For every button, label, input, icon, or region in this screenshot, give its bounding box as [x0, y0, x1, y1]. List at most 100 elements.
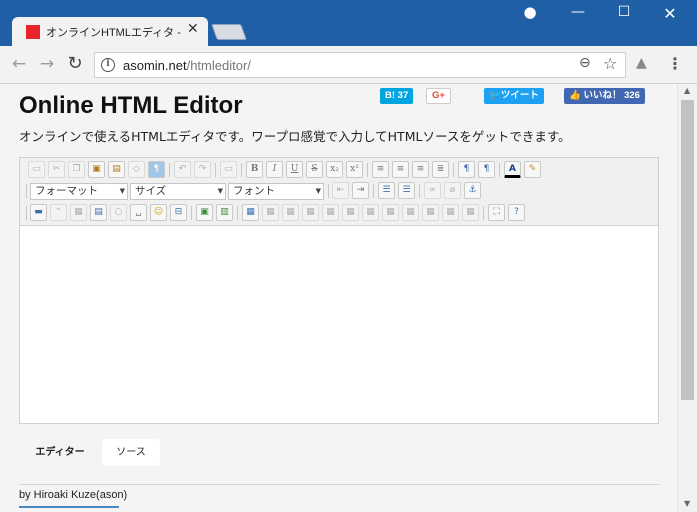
smiley-icon[interactable]: ☺ [150, 204, 167, 221]
div-container-icon[interactable]: ▦ [70, 204, 87, 221]
outdent-icon[interactable]: ⇤ [332, 182, 349, 199]
split-cells-icon[interactable]: ▦ [442, 204, 459, 221]
tweet-label: ツイート [500, 90, 539, 101]
more-menu-icon[interactable]: ⋮ [667, 54, 683, 73]
ltr-icon[interactable]: ¶ [458, 161, 475, 178]
minimize-button[interactable]: — [563, 4, 593, 20]
address-bar[interactable]: i asomin.net/htmleditor/ ⊖ ☆ [94, 52, 626, 78]
strikethrough-icon[interactable]: S [306, 161, 323, 178]
forward-arrow-icon[interactable]: → [36, 53, 58, 75]
text-color-icon[interactable]: A [504, 161, 521, 178]
insert-row-before-icon[interactable]: ▦ [302, 204, 319, 221]
separator [419, 184, 420, 198]
new-tab-button[interactable] [211, 24, 247, 40]
reload-icon[interactable]: ↻ [64, 53, 86, 75]
profile-icon[interactable]: ● [515, 3, 545, 21]
space-icon[interactable]: ␣ [130, 204, 147, 221]
drive-extension-icon[interactable]: ▲ [636, 55, 647, 71]
unlink-icon[interactable]: ⌀ [444, 182, 461, 199]
browser-tab[interactable]: オンラインHTMLエディタ - O ✕ [12, 17, 208, 46]
help-icon[interactable]: ? [508, 204, 525, 221]
window-titlebar: オンラインHTMLエディタ - O ✕ ● — ☐ ✕ [0, 0, 697, 46]
back-arrow-icon[interactable]: ← [8, 53, 30, 75]
undo-icon[interactable]: ↶ [174, 161, 191, 178]
scroll-down-arrow-icon[interactable]: ▼ [684, 499, 690, 508]
delete-table-icon[interactable]: ▦ [462, 204, 479, 221]
scroll-up-arrow-icon[interactable]: ▲ [684, 86, 690, 95]
subscript-icon[interactable]: x₂ [326, 161, 343, 178]
editor-content-area[interactable] [20, 226, 658, 423]
delete-col-icon[interactable]: ▦ [402, 204, 419, 221]
google-plus-button[interactable]: G+ [426, 88, 451, 104]
cell-props-icon[interactable]: ▦ [282, 204, 299, 221]
tab-editor[interactable]: エディター [22, 439, 98, 466]
find-replace-icon[interactable]: ▤ [90, 204, 107, 221]
font-select[interactable]: フォント ▼ [228, 183, 324, 200]
delete-row-icon[interactable]: ▦ [342, 204, 359, 221]
close-window-button[interactable]: ✕ [655, 4, 685, 23]
align-left-icon[interactable]: ≡ [372, 161, 389, 178]
background-color-icon[interactable]: ✎ [524, 161, 541, 178]
page-scrollbar[interactable]: ▲ ▼ [677, 84, 697, 512]
separator [215, 163, 216, 177]
separator [237, 206, 238, 220]
scrollbar-thumb[interactable] [681, 100, 694, 400]
page-break-icon[interactable]: ⊟ [170, 204, 187, 221]
paste-text-icon[interactable]: ▤ [108, 161, 125, 178]
format-select-label: フォーマット [35, 185, 98, 197]
blockquote-icon[interactable]: “ [50, 204, 67, 221]
source-code-icon[interactable]: ▬ [30, 204, 47, 221]
copy-icon[interactable]: ❐ [68, 161, 85, 178]
insert-row-after-icon[interactable]: ▦ [322, 204, 339, 221]
maximize-editor-icon[interactable]: ⛶ [488, 204, 505, 221]
tweet-button[interactable]: 🐦ツイート [484, 88, 544, 104]
paste-icon[interactable]: ▣ [88, 161, 105, 178]
separator [373, 184, 374, 198]
cut-icon[interactable]: ✂ [48, 161, 65, 178]
new-doc-icon[interactable]: ▭ [28, 161, 45, 178]
show-blocks-icon[interactable]: ¶ [148, 161, 165, 178]
separator [26, 184, 27, 198]
video-icon[interactable]: ▥ [216, 204, 233, 221]
numbered-list-icon[interactable]: ☰ [378, 182, 395, 199]
link-icon[interactable]: ∞ [424, 182, 441, 199]
template-icon[interactable]: ▭ [220, 161, 237, 178]
format-select[interactable]: フォーマット ▼ [30, 183, 128, 200]
close-tab-icon[interactable]: ✕ [187, 21, 199, 37]
site-info-icon[interactable]: i [101, 58, 115, 72]
bookmark-star-icon[interactable]: ☆ [603, 54, 617, 73]
merge-cells-icon[interactable]: ▦ [422, 204, 439, 221]
indent-icon[interactable]: ⇥ [352, 182, 369, 199]
chevron-down-icon: ▼ [217, 187, 223, 195]
separator [26, 206, 27, 220]
rtl-icon[interactable]: ¶ [478, 161, 495, 178]
remove-format-icon[interactable]: ◇ [128, 161, 145, 178]
table-icon[interactable]: ▦ [242, 204, 259, 221]
hatena-bookmark-button[interactable]: B! 37 [380, 88, 414, 104]
url-text[interactable]: asomin.net/htmleditor/ [123, 58, 251, 73]
insert-col-after-icon[interactable]: ▦ [382, 204, 399, 221]
align-right-icon[interactable]: ≡ [412, 161, 429, 178]
underline-icon[interactable]: U [286, 161, 303, 178]
bold-icon[interactable]: B [246, 161, 263, 178]
size-select[interactable]: サイズ ▼ [130, 183, 226, 200]
maximize-button[interactable]: ☐ [609, 4, 639, 20]
tab-source[interactable]: ソース [102, 439, 160, 466]
flash-icon[interactable]: ○ [110, 204, 127, 221]
url-host: asomin.net [123, 58, 187, 73]
align-justify-icon[interactable]: ≣ [432, 161, 449, 178]
italic-icon[interactable]: I [266, 161, 283, 178]
superscript-icon[interactable]: x² [346, 161, 363, 178]
facebook-like-button[interactable]: 👍 いいね！ 326 [564, 88, 645, 104]
align-center-icon[interactable]: ≡ [392, 161, 409, 178]
zoom-icon[interactable]: ⊖ [579, 55, 591, 71]
browser-toolbar: ← → ↻ i asomin.net/htmleditor/ ⊖ ☆ ▲ ⋮ [0, 46, 697, 84]
separator [483, 206, 484, 220]
image-icon[interactable]: ▣ [196, 204, 213, 221]
bulleted-list-icon[interactable]: ☰ [398, 182, 415, 199]
anchor-icon[interactable]: ⚓ [464, 182, 481, 199]
insert-col-before-icon[interactable]: ▦ [362, 204, 379, 221]
table-props-icon[interactable]: ▦ [262, 204, 279, 221]
footer-credit: by Hiroaki Kuze(ason) [19, 489, 128, 501]
redo-icon[interactable]: ↷ [194, 161, 211, 178]
